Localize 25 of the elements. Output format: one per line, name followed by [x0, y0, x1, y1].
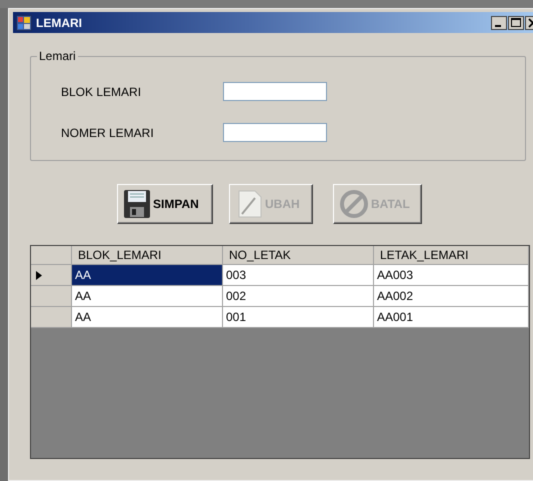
corner-header [31, 246, 72, 265]
table-cell[interactable]: 001 [223, 307, 374, 328]
table-cell[interactable]: AA002 [374, 286, 529, 307]
app-icon [16, 14, 32, 30]
input-field[interactable] [223, 123, 327, 142]
save-button[interactable]: SIMPAN [117, 184, 213, 224]
row-header[interactable] [31, 265, 72, 286]
input-field[interactable] [223, 82, 327, 101]
field-label: NOMER LEMARI [61, 126, 155, 140]
column-header[interactable]: LETAK_LEMARI [374, 246, 529, 265]
table-cell[interactable]: 002 [223, 286, 374, 307]
table-cell[interactable]: AA003 [374, 265, 529, 286]
field-label: BLOK LEMARI [61, 84, 142, 98]
group-title: Lemari [38, 49, 77, 63]
table-cell[interactable]: AA [72, 265, 223, 286]
table-cell[interactable]: 003 [223, 265, 374, 286]
column-header[interactable]: BLOK_LEMARI [72, 246, 223, 265]
table-cell[interactable]: AA [72, 286, 223, 307]
window-title: LEMARI [36, 16, 82, 30]
current-row-icon [36, 270, 42, 280]
table-cell[interactable]: AA001 [374, 307, 529, 328]
minimize-icon[interactable] [491, 16, 507, 30]
prohibited-icon [339, 189, 369, 219]
column-header[interactable]: NO_LETAK [223, 246, 374, 265]
table-cell[interactable]: AA [72, 307, 223, 328]
